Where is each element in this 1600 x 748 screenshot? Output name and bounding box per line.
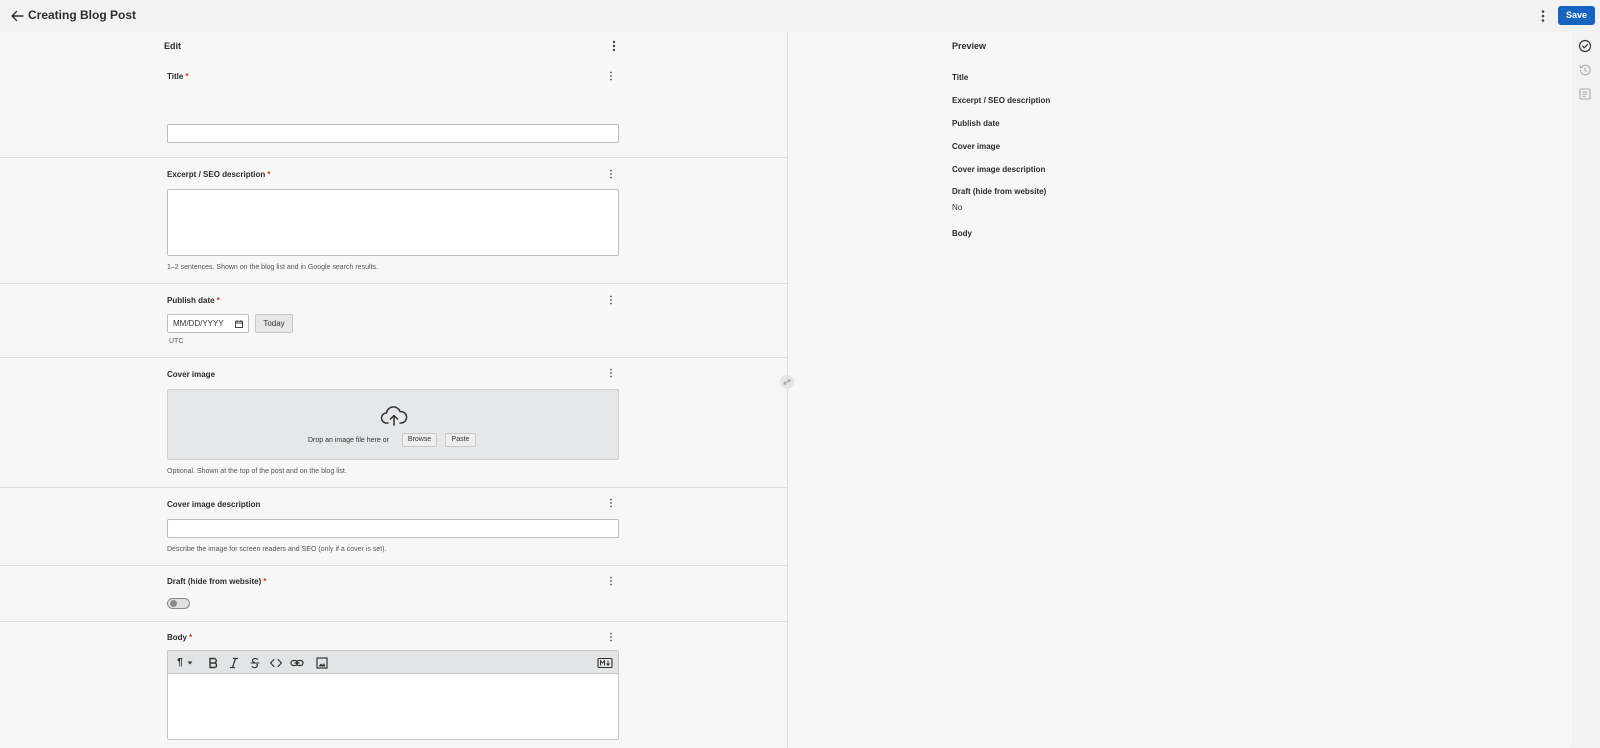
- cover-description-more-icon[interactable]: [606, 497, 616, 509]
- preview-publish-date-label: Publish date: [952, 119, 1000, 128]
- body-section: Body * ¶: [0, 622, 787, 748]
- preview-draft-label: Draft (hide from website): [952, 187, 1047, 196]
- draft-section: Draft (hide from website) *: [0, 566, 787, 622]
- editor-toolbar: ¶: [167, 650, 619, 674]
- preview-cover-description-label: Cover image description: [952, 165, 1046, 174]
- toggle-knob: [170, 600, 177, 607]
- main-content: Edit Title * Excerpt / SEO description * 1…: [0, 32, 1572, 748]
- body-label: Body *: [167, 633, 193, 642]
- edit-pane: Edit Title * Excerpt / SEO description * 1…: [0, 32, 787, 748]
- publish-date-label: Publish date *: [167, 296, 220, 305]
- preview-pane: [788, 32, 1572, 748]
- title-label: Title *: [167, 72, 189, 81]
- chevron-down-icon[interactable]: [186, 659, 194, 667]
- body-editor[interactable]: [167, 674, 619, 740]
- page-title: Creating Blog Post: [28, 8, 137, 22]
- link-icon[interactable]: [290, 656, 304, 670]
- today-button[interactable]: Today: [255, 314, 293, 333]
- title-input[interactable]: [167, 124, 619, 143]
- preview-pane-heading: Preview: [952, 41, 987, 51]
- cover-image-label: Cover image: [167, 370, 216, 379]
- timezone-label: UTC: [169, 338, 184, 345]
- excerpt-textarea[interactable]: [167, 189, 619, 256]
- body-more-icon[interactable]: [606, 631, 616, 643]
- cover-image-section: Cover image Drop an image file here or B…: [0, 358, 787, 488]
- title-field-more-icon[interactable]: [606, 70, 616, 82]
- markdown-icon[interactable]: [597, 656, 613, 670]
- cover-image-more-icon[interactable]: [606, 367, 616, 379]
- cloud-upload-icon: [380, 406, 408, 426]
- italic-icon[interactable]: [227, 656, 241, 670]
- calendar-icon[interactable]: [235, 320, 243, 328]
- publish-date-more-icon[interactable]: [606, 294, 616, 306]
- preview-cover-image-label: Cover image: [952, 142, 1001, 151]
- drop-instructions: Drop an image file here or: [308, 437, 389, 444]
- draft-toggle[interactable]: [167, 598, 190, 609]
- title-section: Title *: [0, 58, 787, 158]
- document-list-icon[interactable]: [1578, 87, 1592, 101]
- history-icon[interactable]: [1578, 63, 1592, 77]
- top-bar: Creating Blog Post Save: [0, 0, 1600, 32]
- edit-pane-heading: Edit: [164, 41, 181, 51]
- bold-icon[interactable]: [206, 656, 220, 670]
- save-button[interactable]: Save: [1558, 6, 1595, 25]
- excerpt-help-text: 1–2 sentences. Shown on the blog list an…: [167, 264, 378, 271]
- image-dropzone[interactable]: Drop an image file here or Browse Paste: [167, 389, 619, 460]
- back-arrow-icon[interactable]: [8, 7, 26, 25]
- draft-label: Draft (hide from website) *: [167, 577, 267, 586]
- preview-excerpt-label: Excerpt / SEO description: [952, 96, 1051, 105]
- edit-pane-more-icon[interactable]: [608, 39, 620, 53]
- publish-date-input[interactable]: MM/DD/YYYY: [167, 314, 249, 333]
- preview-title-label: Title: [952, 73, 969, 82]
- excerpt-field-more-icon[interactable]: [606, 168, 616, 180]
- cover-image-help-text: Optional. Shown at the top of the post a…: [167, 468, 347, 475]
- insert-image-icon[interactable]: [315, 656, 329, 670]
- excerpt-section: Excerpt / SEO description * 1–2 sentences…: [0, 158, 787, 284]
- cover-description-help-text: Describe the image for screen readers an…: [167, 546, 387, 553]
- draft-more-icon[interactable]: [606, 575, 616, 587]
- date-placeholder: MM/DD/YYYY: [173, 319, 224, 328]
- browse-button[interactable]: Browse: [402, 433, 437, 447]
- paste-button[interactable]: Paste: [445, 433, 476, 447]
- check-circle-icon[interactable]: [1578, 39, 1592, 53]
- strikethrough-icon[interactable]: [248, 656, 262, 670]
- code-icon[interactable]: [269, 656, 283, 670]
- publish-date-section: Publish date * MM/DD/YYYY Today UTC: [0, 284, 787, 358]
- more-options-icon[interactable]: [1536, 7, 1550, 25]
- cover-description-label: Cover image description: [167, 500, 261, 509]
- preview-draft-value: No: [952, 203, 963, 212]
- preview-body-label: Body: [952, 229, 972, 238]
- cover-description-input[interactable]: [167, 519, 619, 538]
- cover-description-section: Cover image description Describe the ima…: [0, 488, 787, 566]
- excerpt-label: Excerpt / SEO description *: [167, 170, 271, 179]
